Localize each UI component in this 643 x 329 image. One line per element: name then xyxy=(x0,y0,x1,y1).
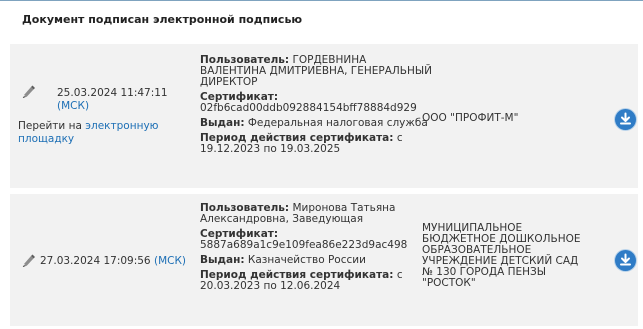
organization-name: ООО "ПРОФИТ-М" xyxy=(422,112,519,124)
download-button[interactable] xyxy=(615,109,636,130)
signature-record: 27.03.2024 17:09:56 (МСК) Пользователь: … xyxy=(10,194,638,326)
download-icon xyxy=(620,253,631,266)
issuer-value: Казначейство России xyxy=(247,254,366,266)
panel-header: Документ подписан электронной подписью xyxy=(0,1,643,39)
validity-field: Период действия сертификата: с 19.12.202… xyxy=(200,133,432,155)
certificate-value: 02fb6cad00ddb092884154bff78884d929 xyxy=(200,102,417,114)
issuer-label: Выдан: xyxy=(200,254,245,266)
signature-datetime: 25.03.2024 11:47:11 (МСК) xyxy=(57,87,177,113)
download-icon xyxy=(620,112,631,125)
certificate-field: Сертификат: 5887a689a1c9e109fea86e223d9a… xyxy=(200,229,432,251)
signature-panel: Документ подписан электронной подписью 2… xyxy=(0,0,643,329)
validity-field: Период действия сертификата: с 20.03.202… xyxy=(200,270,432,292)
platform-link-line: Перейти на электронную площадку xyxy=(18,120,178,146)
organization-name: МУНИЦИПАЛЬНОЕ БЮДЖЕТНОЕ ДОШКОЛЬНОЕ ОБРАЗ… xyxy=(422,222,581,289)
issuer-field: Выдан: Федеральная налоговая служба xyxy=(200,118,432,129)
signature-datetime: 27.03.2024 17:09:56 (МСК) xyxy=(40,255,200,268)
user-field: Пользователь: Миронова Татьяна Александр… xyxy=(200,203,432,225)
signature-record: 25.03.2024 11:47:11 (МСК) Перейти на эле… xyxy=(10,44,638,188)
signature-date: 27.03.2024 17:09:56 xyxy=(40,255,151,267)
pen-signature-icon xyxy=(22,84,36,101)
certificate-details: Пользователь: Миронова Татьяна Александр… xyxy=(200,203,432,296)
timezone-link[interactable]: (МСК) xyxy=(57,100,89,112)
issuer-field: Выдан: Казначейство России xyxy=(200,255,432,266)
pen-signature-icon xyxy=(22,253,36,270)
panel-title: Документ подписан электронной подписью xyxy=(22,13,303,26)
link-prefix: Перейти на xyxy=(18,120,82,132)
issuer-value: Федеральная налоговая служба xyxy=(247,117,428,129)
certificate-value: 5887a689a1c9e109fea86e223d9ac498 xyxy=(200,239,408,251)
user-field: Пользователь: ГОРДЕВНИНА ВАЛЕНТИНА ДМИТР… xyxy=(200,55,432,88)
certificate-field: Сертификат: 02fb6cad00ddb092884154bff788… xyxy=(200,92,432,114)
signature-date: 25.03.2024 11:47:11 xyxy=(57,87,168,99)
certificate-details: Пользователь: ГОРДЕВНИНА ВАЛЕНТИНА ДМИТР… xyxy=(200,55,432,159)
download-button[interactable] xyxy=(615,250,636,271)
timezone-link[interactable]: (МСК) xyxy=(154,255,186,267)
issuer-label: Выдан: xyxy=(200,117,245,129)
